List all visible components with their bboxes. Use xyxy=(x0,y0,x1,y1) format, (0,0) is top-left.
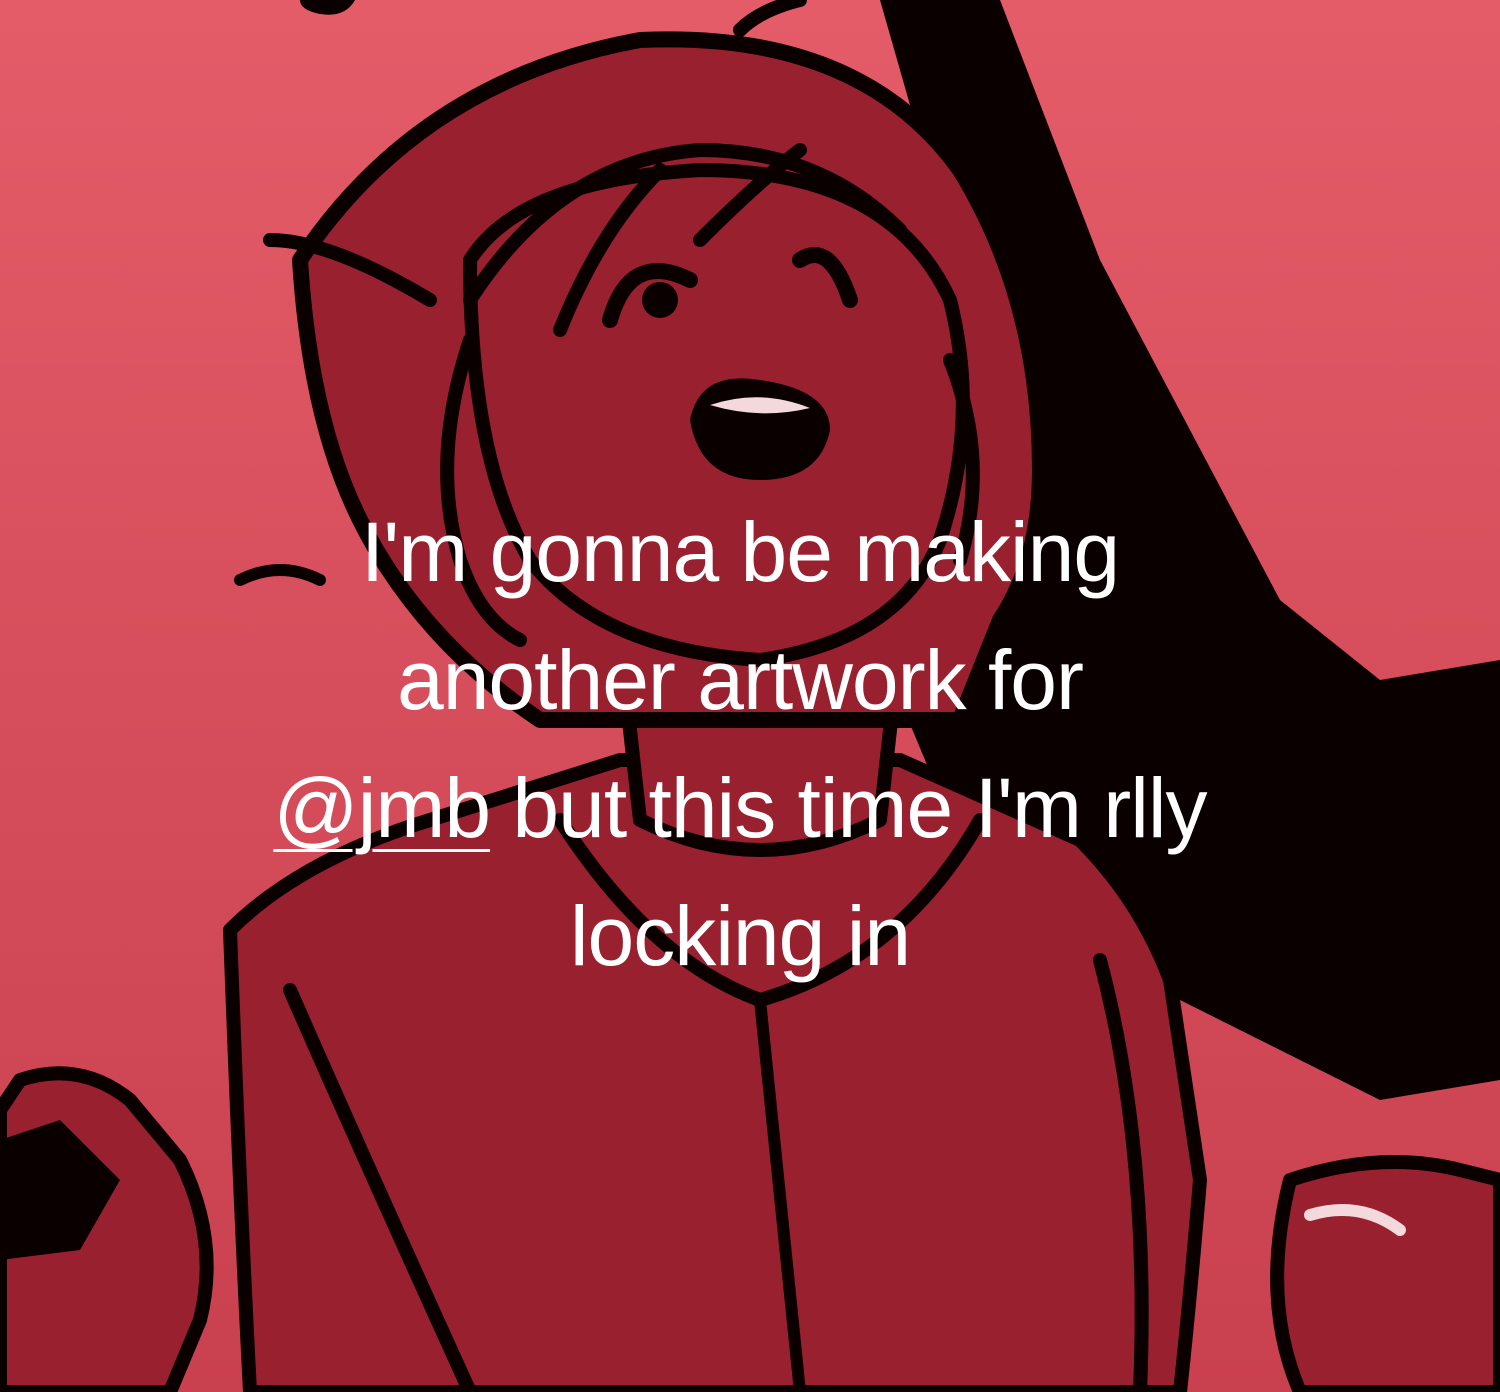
caption-line-1: I'm gonna be making xyxy=(360,505,1120,599)
caption-line-4: locking in xyxy=(569,889,911,983)
video-caption: I'm gonna be making another artwork for … xyxy=(150,488,1330,1000)
user-mention-link[interactable]: @jmb xyxy=(273,761,491,855)
caption-line-2: another artwork for xyxy=(397,633,1084,727)
caption-line-3: @jmb but this time I'm rlly xyxy=(150,744,1330,872)
right-hand xyxy=(1270,1155,1500,1392)
video-frame: I'm gonna be making another artwork for … xyxy=(0,0,1500,1392)
left-eye-pupil xyxy=(642,282,678,318)
caption-line-3-rest: but this time I'm rlly xyxy=(490,761,1207,855)
